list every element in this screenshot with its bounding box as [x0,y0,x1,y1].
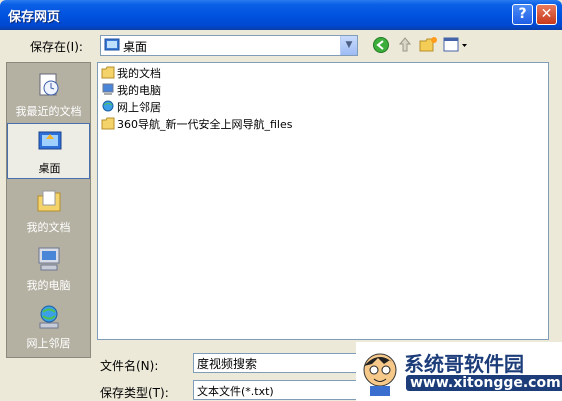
network-places-icon [102,100,114,112]
folder-icon [101,117,115,130]
file-name: 网上邻居 [117,101,161,114]
filename-field[interactable] [193,353,363,373]
watermark-url: www.xitongge.com [406,375,562,391]
title-bar: 保存网页 ? ✕ [0,0,562,30]
place-label: 我的文档 [26,221,71,234]
close-button[interactable]: ✕ [536,4,557,25]
my-documents-icon [37,190,61,212]
up-folder-icon[interactable] [396,36,416,54]
desktop-icon [38,131,62,150]
file-name: 我的电脑 [117,84,161,97]
desktop-icon [104,38,120,51]
place-label: 网上邻居 [26,337,71,350]
place-recent-documents[interactable]: 我最近的文档 [7,67,90,123]
place-network[interactable]: 网上邻居 [7,299,90,355]
watermark-title: 系统哥软件园 [404,352,524,376]
place-my-documents[interactable]: 我的文档 [7,183,90,239]
place-label: 我的电脑 [26,279,71,292]
place-desktop[interactable]: 桌面 [7,123,90,179]
file-name: 我的文档 [117,67,161,80]
recent-documents-icon [39,73,59,96]
list-item[interactable]: 我的文档 [101,65,161,81]
list-item[interactable]: 我的电脑 [101,82,161,98]
place-my-computer[interactable]: 我的电脑 [7,241,90,297]
save-in-dropdown[interactable]: 桌面 ▼ [100,35,358,56]
file-name: 360导航_新一代安全上网导航_files [117,118,293,131]
places-bar: 我最近的文档 桌面 我的文档 我的电脑 网上邻居 [6,62,91,358]
help-button[interactable]: ? [512,4,533,25]
network-places-icon [39,305,59,329]
mascot-icon [363,353,397,396]
save-in-label: 保存在(I): [30,40,83,54]
file-list[interactable]: 我的文档 我的电脑 网上邻居 360导航_新一代安全上网导航_files [97,62,549,340]
watermark-logo: 系统哥软件园 www.xitongge.com [356,342,562,401]
back-icon[interactable] [372,36,392,54]
filetype-label: 保存类型(T): [100,386,169,400]
my-documents-icon [101,66,115,79]
window-title: 保存网页 [8,10,61,25]
my-computer-icon [102,83,114,95]
place-label: 桌面 [38,162,61,175]
filetype-select[interactable]: 文本文件(*.txt) [193,380,363,400]
save-in-value: 桌面 [123,40,148,54]
place-label: 我最近的文档 [15,105,82,118]
list-item[interactable]: 网上邻居 [101,99,161,115]
chevron-down-icon[interactable]: ▼ [340,36,357,55]
filename-label: 文件名(N): [100,359,159,373]
new-folder-icon[interactable] [419,36,439,54]
views-menu-icon[interactable] [443,36,469,54]
my-computer-icon [38,247,60,271]
list-item[interactable]: 360导航_新一代安全上网导航_files [101,116,292,132]
